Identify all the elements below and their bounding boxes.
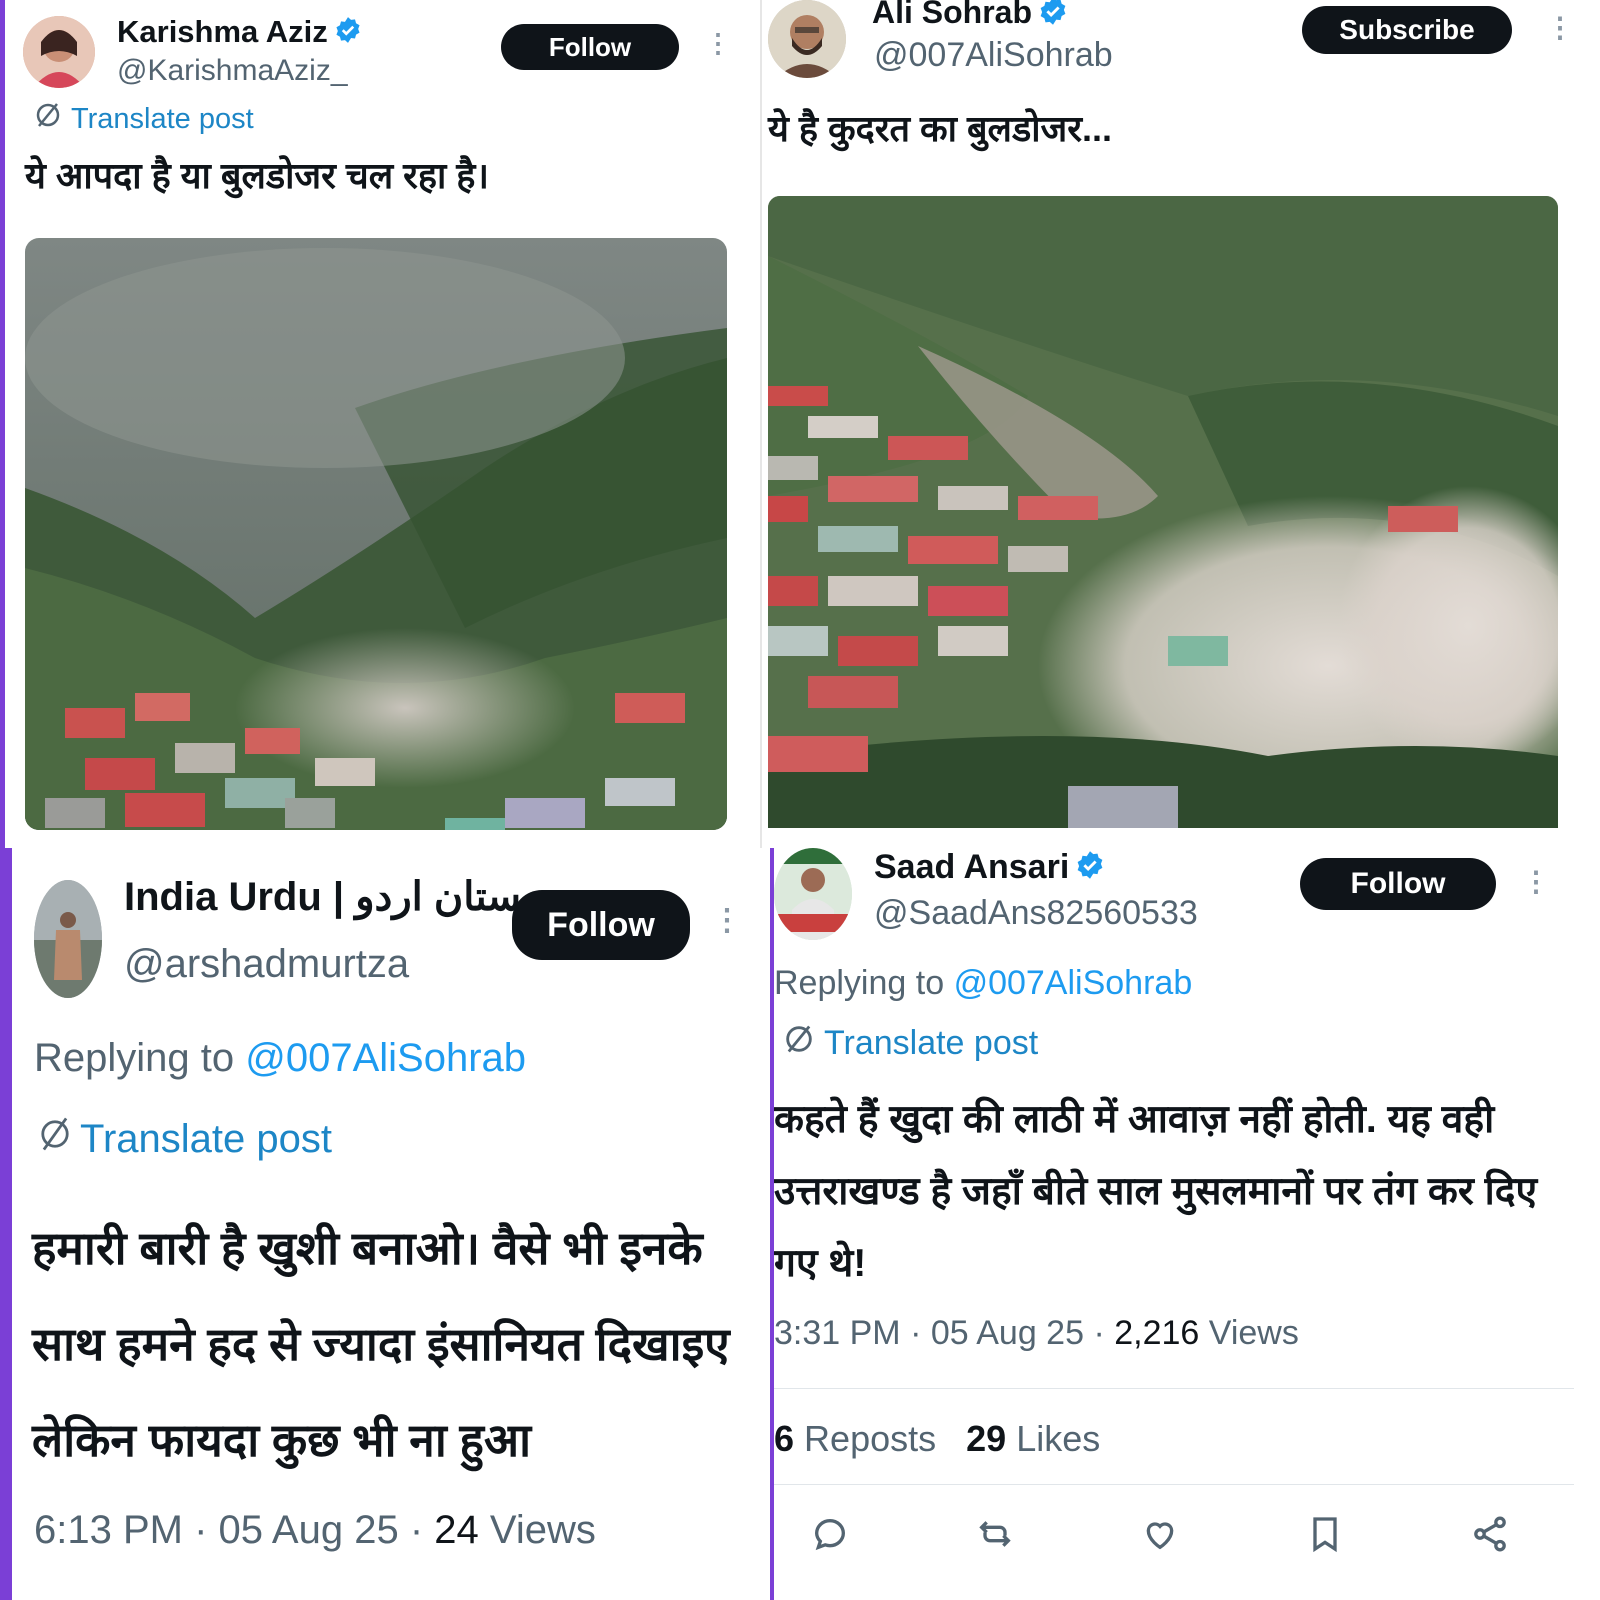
- repost-icon[interactable]: [975, 1514, 1015, 1559]
- translate-label[interactable]: Translate post: [824, 1024, 1038, 1063]
- subscribe-button[interactable]: Subscribe: [1302, 6, 1512, 54]
- more-options-icon[interactable]: ⋮: [712, 906, 742, 936]
- post-karishma-aziz: Karishma Aziz @KarishmaAziz_ Follow ⋮ Tr…: [0, 0, 760, 848]
- translate-icon: [33, 100, 63, 138]
- replying-prefix: Replying to: [774, 964, 945, 1002]
- follow-button[interactable]: Follow: [1300, 858, 1496, 910]
- follow-button[interactable]: Follow: [501, 24, 679, 70]
- avatar[interactable]: [768, 0, 846, 78]
- reposts-count: 6: [774, 1418, 795, 1459]
- post-text: हमारी बारी है खुशी बनाओ। वैसे भी इनके सा…: [32, 1222, 730, 1466]
- post-image-landslide[interactable]: [25, 238, 727, 830]
- bookmark-icon[interactable]: [1305, 1514, 1345, 1559]
- post-text: कहते हैं खुदा की लाठी में आवाज़ नहीं होत…: [774, 1098, 1538, 1285]
- author-handle[interactable]: @007AliSohrab: [874, 36, 1113, 75]
- post-ali-sohrab: Ali Sohrab @007AliSohrab Subscribe ⋮ ये …: [760, 0, 1600, 848]
- post-saad-ansari: Saad Ansari @SaadAns82560533 Follow ⋮ Re…: [770, 848, 1600, 1600]
- replying-to: Replying to @007AliSohrab: [34, 1036, 526, 1081]
- author-name[interactable]: Karishma Aziz: [117, 14, 362, 52]
- post-time[interactable]: 3:31 PM: [774, 1314, 901, 1352]
- post-timestamp: 3:31 PM · 05 Aug 25 · 2,216 Views: [774, 1314, 1299, 1352]
- action-bar: [810, 1514, 1510, 1559]
- views-count: 2,216: [1114, 1314, 1200, 1352]
- reposts-label: Reposts: [804, 1418, 937, 1459]
- views-label: Views: [1208, 1314, 1299, 1352]
- divider: [774, 1388, 1574, 1389]
- replying-mention-link[interactable]: @007AliSohrab: [245, 1036, 526, 1080]
- author-handle[interactable]: @arshadmurtza: [124, 942, 409, 987]
- more-options-icon[interactable]: ⋮: [705, 30, 731, 56]
- post-text: ये है कुदरत का बुलडोजर...: [768, 108, 1112, 149]
- post-date[interactable]: 05 Aug 25: [219, 1508, 399, 1552]
- like-icon[interactable]: [1140, 1514, 1180, 1559]
- author-name-text[interactable]: Ali Sohrab: [872, 0, 1032, 30]
- author-name-text[interactable]: Saad Ansari: [874, 848, 1069, 886]
- likes-count: 29: [966, 1418, 1007, 1459]
- share-icon[interactable]: [1470, 1514, 1510, 1559]
- translate-post-link[interactable]: Translate post: [38, 1114, 332, 1164]
- author-name-text[interactable]: Karishma Aziz: [117, 14, 328, 49]
- reposts-stat[interactable]: 6 Reposts: [774, 1418, 936, 1459]
- verified-badge-icon: [334, 16, 362, 52]
- translate-icon: [782, 1022, 816, 1065]
- replying-to: Replying to @007AliSohrab: [774, 964, 1192, 1003]
- more-options-icon[interactable]: ⋮: [1522, 868, 1550, 896]
- follow-button[interactable]: Follow: [512, 890, 690, 960]
- verified-badge-icon: [1075, 850, 1105, 889]
- author-name[interactable]: Saad Ansari: [874, 848, 1105, 889]
- likes-label: Likes: [1016, 1418, 1101, 1459]
- reply-icon[interactable]: [810, 1514, 850, 1559]
- translate-icon: [38, 1114, 72, 1164]
- views-count: 24: [434, 1508, 479, 1552]
- post-india-urdu: India Urdu | ہندوستان اردو @arshadmurtza…: [0, 848, 770, 1600]
- avatar[interactable]: [23, 16, 95, 88]
- likes-stat[interactable]: 29 Likes: [966, 1418, 1100, 1459]
- translate-label[interactable]: Translate post: [71, 103, 254, 136]
- author-name[interactable]: Ali Sohrab: [872, 0, 1068, 34]
- divider: [774, 1484, 1574, 1485]
- translate-label[interactable]: Translate post: [80, 1117, 332, 1162]
- translate-post-link[interactable]: Translate post: [33, 100, 254, 138]
- author-handle[interactable]: @SaadAns82560533: [874, 894, 1198, 933]
- replying-prefix: Replying to: [34, 1036, 235, 1080]
- verified-badge-icon: [1038, 0, 1068, 34]
- post-time[interactable]: 6:13 PM: [34, 1508, 183, 1552]
- post-date[interactable]: 05 Aug 25: [931, 1314, 1084, 1352]
- avatar[interactable]: [34, 880, 102, 998]
- post-image-landslide[interactable]: [768, 196, 1558, 828]
- post-text: ये आपदा है या बुलडोजर चल रहा है।: [25, 155, 490, 196]
- replying-mention-link[interactable]: @007AliSohrab: [954, 964, 1193, 1002]
- views-label: Views: [489, 1508, 596, 1552]
- more-options-icon[interactable]: ⋮: [1546, 14, 1574, 42]
- engagement-stats: 6 Reposts 29 Likes: [774, 1418, 1100, 1460]
- post-timestamp: 6:13 PM · 05 Aug 25 · 24 Views: [34, 1508, 596, 1552]
- avatar[interactable]: [774, 848, 852, 940]
- author-handle[interactable]: @KarishmaAziz_: [117, 54, 348, 88]
- translate-post-link[interactable]: Translate post: [782, 1022, 1038, 1065]
